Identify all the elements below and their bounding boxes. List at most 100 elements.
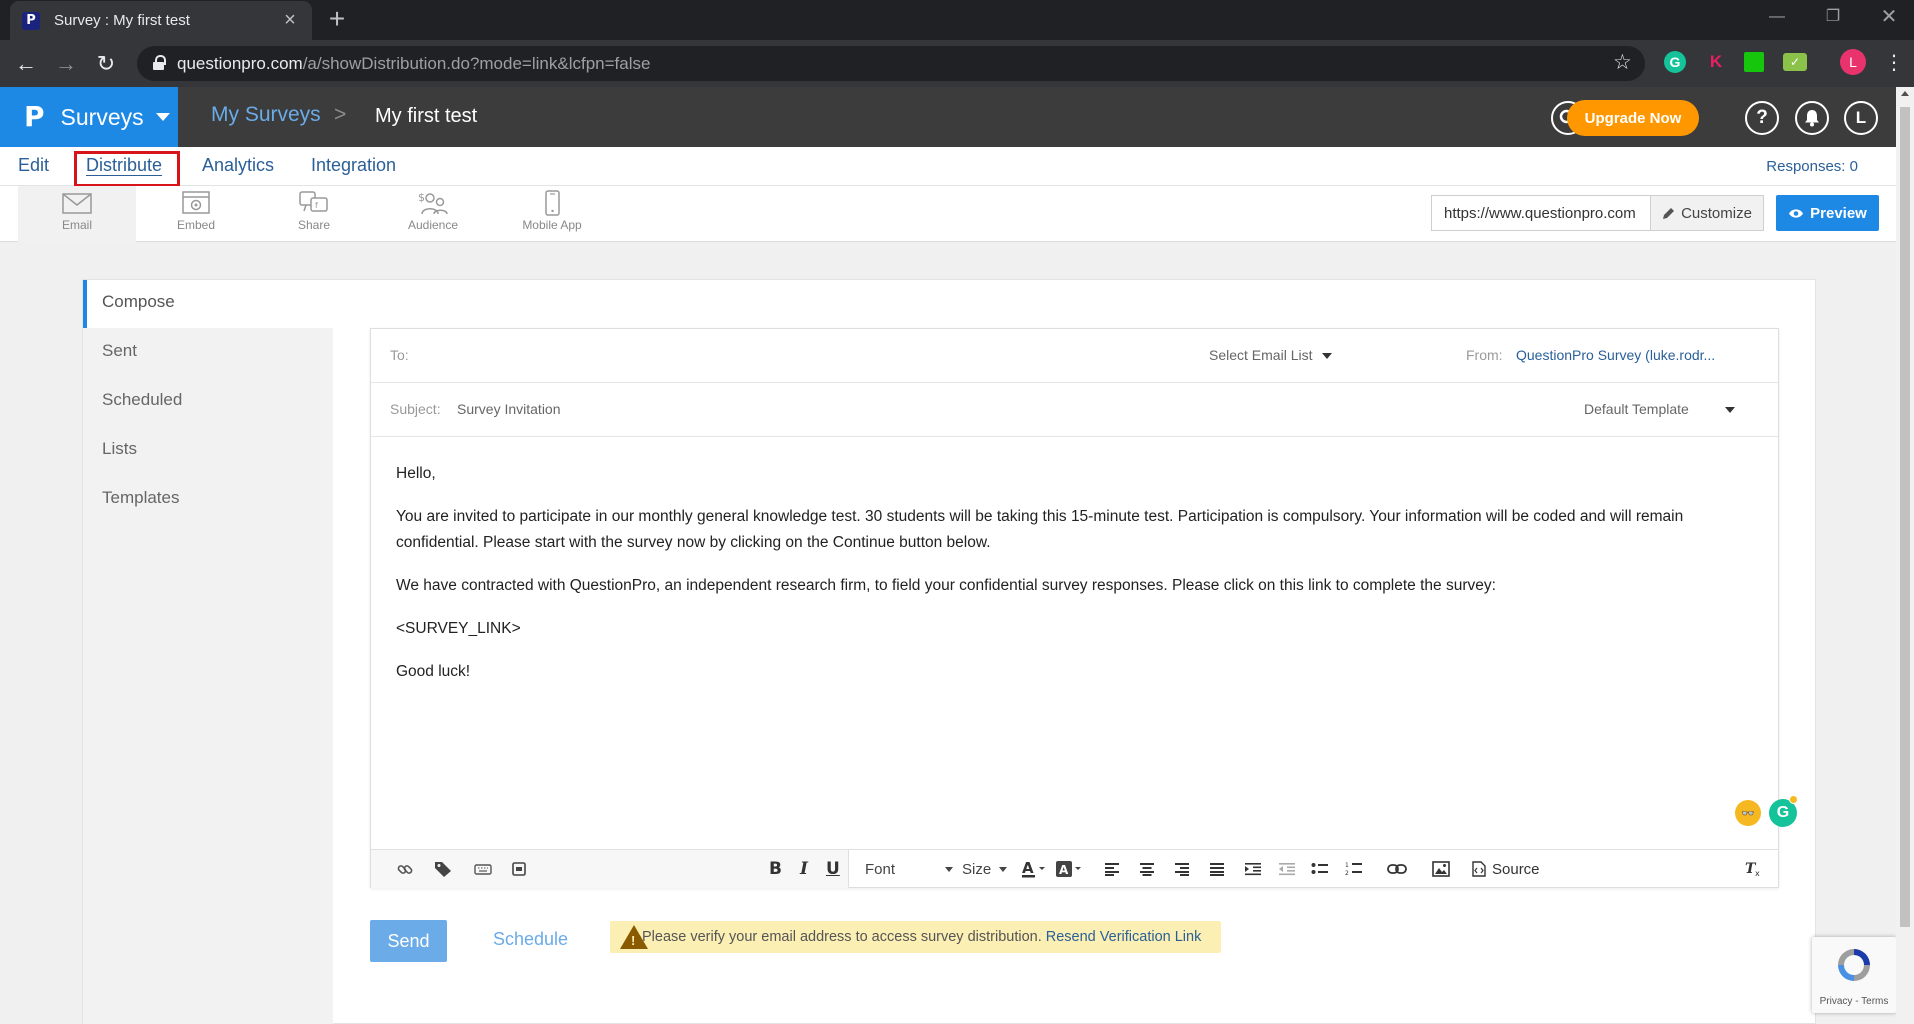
template-block-icon[interactable] [511,857,527,881]
lock-icon [153,55,166,70]
address-bar[interactable]: questionpro.com/a/showDistribution.do?mo… [137,46,1645,81]
tab-integration[interactable]: Integration [311,155,396,176]
help-icon[interactable]: ? [1745,101,1779,135]
body-paragraph: Hello, [396,465,436,482]
tab-edit[interactable]: Edit [18,155,49,176]
breadcrumb-my-surveys[interactable]: My Surveys [211,103,321,127]
user-menu-avatar[interactable]: L [1844,101,1878,135]
scrollbar-thumb[interactable] [1900,107,1910,927]
align-right-icon[interactable] [1174,857,1190,881]
link-chain-icon[interactable] [396,857,414,881]
align-left-icon[interactable] [1104,857,1120,881]
align-center-icon[interactable] [1139,857,1155,881]
numbered-list-icon[interactable]: 12 [1345,857,1363,881]
recaptcha-badge[interactable]: Privacy - Terms [1812,937,1896,1013]
tab-analytics[interactable]: Analytics [202,155,274,176]
background-color-icon[interactable]: A [1056,857,1084,881]
tool-share[interactable]: f Share [255,186,373,242]
remove-format-icon[interactable]: Tx [1745,857,1763,881]
tags-icon[interactable] [434,857,454,881]
sidenav-item-compose[interactable]: Compose [83,280,333,328]
customize-button[interactable]: Customize [1650,195,1764,231]
size-select[interactable]: Size [962,857,1008,881]
close-window-icon[interactable]: ✕ [1874,4,1904,30]
green-square-extension-icon[interactable] [1744,52,1764,72]
profile-avatar[interactable]: L [1840,49,1866,75]
new-tab-icon[interactable]: + [322,4,352,34]
distribution-panel: Compose Sent Scheduled Lists Templates T… [82,279,1816,1024]
bold-button[interactable]: B [769,857,782,881]
preview-button[interactable]: Preview [1776,195,1879,231]
email-list-select[interactable]: Select Email List [1209,347,1333,363]
checklist-extension-icon[interactable]: ✓ [1783,53,1807,71]
align-justify-icon[interactable] [1209,857,1225,881]
tool-audience[interactable]: $ Audience [374,186,492,242]
page-title: My first test [375,105,478,127]
source-button[interactable]: Source [1472,857,1540,881]
eye-icon [1789,208,1804,218]
subject-input[interactable]: Survey Invitation [457,401,561,417]
grammarly-badge-dot [1789,795,1798,804]
resend-verification-link[interactable]: Resend Verification Link [1046,929,1202,945]
tool-label: Embed [176,218,216,232]
tab-close-icon[interactable]: × [280,9,300,32]
bell-icon[interactable] [1795,101,1829,135]
customize-label: Customize [1681,204,1752,222]
nerd-face-icon[interactable]: 👓 [1735,800,1761,826]
surveys-menu[interactable]: P Surveys [0,87,178,147]
tool-label: Mobile App [522,218,582,232]
browser-tab[interactable]: P Survey : My first test × [10,1,312,40]
chevron-down-icon [945,866,953,872]
k-extension-icon[interactable]: K [1705,51,1727,73]
share-icon: f [299,191,328,212]
upgrade-now-button[interactable]: Upgrade Now [1567,100,1699,136]
underline-button[interactable]: U [826,857,840,881]
chevron-down-icon [999,866,1008,872]
to-row: To: Select Email List From: QuestionPro … [371,329,1778,383]
bulleted-list-icon[interactable] [1311,857,1329,881]
survey-url-field[interactable]: https://www.questionpro.com [1431,195,1650,231]
envelope-icon [62,193,92,214]
distribute-highlight-box [74,151,180,187]
email-sidenav: Compose Sent Scheduled Lists Templates [83,280,333,1024]
keyboard-icon[interactable] [474,857,492,881]
minimize-icon[interactable]: — [1762,4,1792,30]
recaptcha-links[interactable]: Privacy - Terms [1812,996,1896,1007]
forward-icon[interactable]: → [50,48,82,80]
tool-mobile-app[interactable]: Mobile App [493,186,611,242]
image-icon[interactable] [1432,857,1450,881]
editor-toolbar: B I U Font Size A A 1 2 Source T x [371,849,1778,888]
questionpro-logo-icon: P [24,100,45,133]
survey-subnav: Edit Distribute Analytics Integration Re… [0,147,1896,186]
email-body-editor[interactable]: Hello, You are invited to participate in… [396,461,1756,702]
italic-button[interactable]: I [800,857,808,881]
tool-email[interactable]: Email [18,186,136,242]
sidenav-item-lists[interactable]: Lists [83,427,333,475]
insert-link-icon[interactable] [1387,857,1407,881]
sidenav-item-sent[interactable]: Sent [83,329,333,377]
back-icon[interactable]: ← [10,48,42,80]
tool-embed[interactable]: Embed [137,186,255,242]
browser-menu-icon[interactable]: ⋮ [1884,49,1904,77]
outdent-icon[interactable] [1278,857,1296,881]
restore-icon[interactable]: ❐ [1818,4,1848,30]
from-value[interactable]: QuestionPro Survey (luke.rodr... [1516,347,1715,363]
indent-icon[interactable] [1244,857,1262,881]
template-select[interactable]: Default Template [1584,401,1735,417]
page-scrollbar[interactable] [1896,87,1914,1024]
reload-icon[interactable]: ↻ [90,48,122,80]
sidenav-item-scheduled[interactable]: Scheduled [83,378,333,426]
grammarly-extension-icon[interactable]: G [1664,51,1686,73]
scroll-up-arrow-icon[interactable] [1901,91,1909,96]
font-select[interactable]: Font [865,857,953,881]
schedule-button[interactable]: Schedule [493,929,568,950]
chevron-down-icon [1322,353,1333,360]
send-button[interactable]: Send [370,920,447,962]
subject-label: Subject: [390,401,441,417]
responses-count[interactable]: Responses: 0 [1766,158,1858,175]
bookmark-star-icon[interactable]: ☆ [1613,50,1632,75]
text-color-icon[interactable]: A [1021,857,1047,881]
sidenav-item-templates[interactable]: Templates [83,476,333,524]
svg-text:2: 2 [1345,870,1349,877]
audience-icon: $ [418,191,448,215]
